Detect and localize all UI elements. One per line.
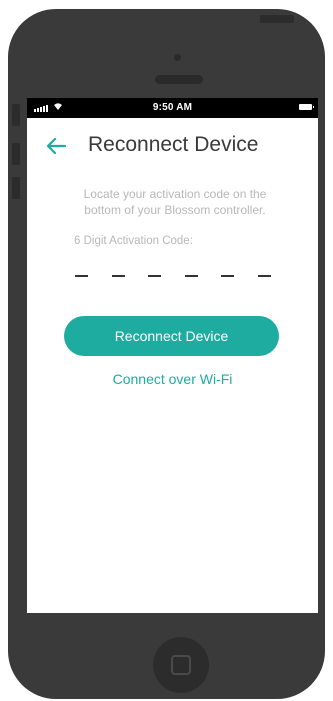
- reconnect-device-button[interactable]: Reconnect Device: [64, 316, 279, 356]
- instruction-text: Locate your activation code on the botto…: [83, 187, 267, 217]
- code-digit-slot[interactable]: [111, 275, 125, 277]
- device-mockup: 9:50 AM Reconnect Device Locate your act…: [0, 0, 333, 701]
- battery-icon: [299, 104, 314, 110]
- page-header: Reconnect Device: [27, 132, 318, 162]
- home-button-icon: [171, 655, 191, 675]
- volume-up-button: [12, 143, 20, 165]
- code-digit-slot[interactable]: [148, 275, 162, 277]
- code-digit-slot[interactable]: [221, 275, 235, 277]
- activation-code-label: 6 Digit Activation Code:: [74, 235, 193, 247]
- code-digit-slot[interactable]: [184, 275, 198, 277]
- volume-down-button: [12, 177, 20, 199]
- home-button[interactable]: [153, 637, 209, 693]
- code-digit-slot[interactable]: [75, 275, 88, 277]
- code-digit-slot[interactable]: [257, 275, 271, 277]
- earpiece-speaker: [155, 75, 203, 84]
- connect-wifi-link[interactable]: Connect over Wi-Fi: [27, 371, 318, 387]
- front-camera: [174, 54, 181, 61]
- status-bar: 9:50 AM: [27, 98, 318, 118]
- activation-code-input[interactable]: [75, 275, 271, 277]
- back-arrow-icon[interactable]: [45, 135, 67, 157]
- app-screen: 9:50 AM Reconnect Device Locate your act…: [27, 98, 318, 613]
- status-time: 9:50 AM: [152, 102, 193, 113]
- mute-switch: [12, 104, 20, 126]
- power-button: [260, 15, 294, 23]
- page-title: Reconnect Device: [88, 133, 259, 156]
